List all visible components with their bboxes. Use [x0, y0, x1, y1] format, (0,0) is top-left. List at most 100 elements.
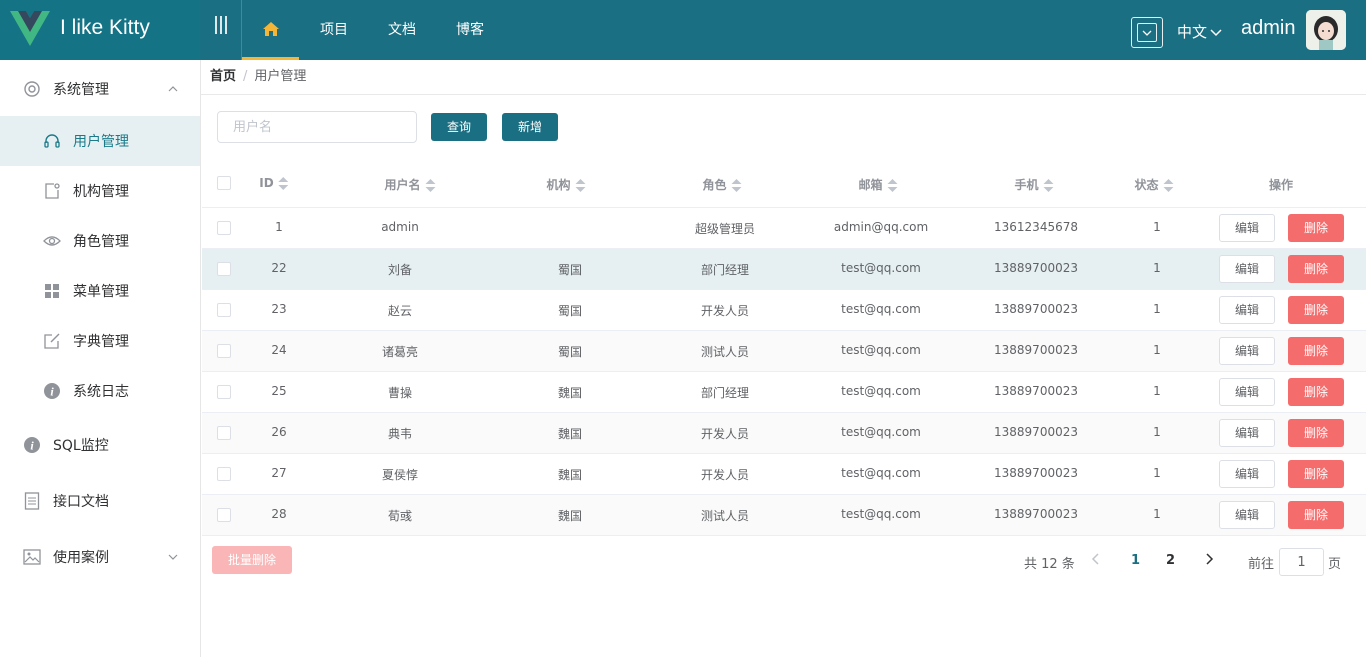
column-header-email[interactable]: 邮箱 — [858, 176, 898, 193]
row-checkbox[interactable] — [217, 385, 231, 399]
table-row[interactable]: 26 典韦 魏国 开发人员 test@qq.com 13889700023 1 … — [202, 413, 1366, 454]
sidebar-item-orgs[interactable]: 机构管理 — [0, 166, 200, 216]
cell-org: 蜀国 — [557, 345, 583, 359]
cell-status: 1 — [1153, 261, 1161, 275]
table-row[interactable]: 23 赵云 蜀国 开发人员 test@qq.com 13889700023 1 … — [202, 290, 1366, 331]
cell-org: 魏国 — [557, 509, 583, 523]
row-checkbox[interactable] — [217, 426, 231, 440]
cell-email: test@qq.com — [841, 425, 921, 439]
column-header-phone[interactable]: 手机 — [1014, 176, 1054, 193]
cell-phone: 13612345678 — [994, 220, 1078, 234]
sort-icon[interactable] — [887, 178, 898, 193]
info-icon: i — [23, 436, 41, 454]
delete-button[interactable]: 删除 — [1288, 501, 1344, 529]
delete-button[interactable]: 删除 — [1288, 255, 1344, 283]
language-selector[interactable]: 中文 — [1177, 21, 1222, 42]
edit-button[interactable]: 编辑 — [1219, 460, 1275, 488]
column-header-status[interactable]: 状态 — [1134, 176, 1174, 193]
sidebar-item-roles[interactable]: 角色管理 — [0, 216, 200, 266]
home-icon — [262, 22, 279, 36]
table-row[interactable]: 27 夏侯惇 魏国 开发人员 test@qq.com 13889700023 1… — [202, 454, 1366, 495]
theme-picker-button[interactable] — [1131, 17, 1163, 48]
row-checkbox[interactable] — [217, 508, 231, 522]
row-checkbox[interactable] — [217, 303, 231, 317]
table-row[interactable]: 25 曹操 魏国 部门经理 test@qq.com 13889700023 1 … — [202, 372, 1366, 413]
page-number-1[interactable]: 1 — [1131, 553, 1140, 568]
user-name[interactable]: admin — [1241, 17, 1295, 40]
vue-logo-icon — [10, 11, 50, 46]
edit-button[interactable]: 编辑 — [1219, 255, 1275, 283]
table-header: ID 用户名 机构 角色 邮箱 手机 状态 操作 — [202, 162, 1366, 208]
row-checkbox[interactable] — [217, 344, 231, 358]
edit-button[interactable]: 编辑 — [1219, 337, 1275, 365]
sort-icon[interactable] — [731, 178, 742, 193]
query-button[interactable]: 查询 — [431, 113, 487, 141]
goto-page-input[interactable] — [1279, 548, 1324, 576]
breadcrumb-home[interactable]: 首页 — [210, 69, 236, 84]
sidebar-item-dict[interactable]: 字典管理 — [0, 316, 200, 366]
sort-icon[interactable] — [1043, 178, 1054, 193]
cell-username: 刘备 — [387, 263, 413, 277]
row-checkbox[interactable] — [217, 221, 231, 235]
batch-delete-button[interactable]: 批量删除 — [212, 546, 292, 574]
cell-role: 超级管理员 — [694, 222, 756, 236]
chevron-down-icon — [1210, 28, 1222, 36]
edit-button[interactable]: 编辑 — [1219, 296, 1275, 324]
delete-button[interactable]: 删除 — [1288, 214, 1344, 242]
table-row[interactable]: 1 admin 超级管理员 admin@qq.com 13612345678 1… — [202, 208, 1366, 249]
sidebar-item-label: 用户管理 — [73, 134, 129, 150]
edit-button[interactable]: 编辑 — [1219, 419, 1275, 447]
column-header-username[interactable]: 用户名 — [384, 176, 436, 193]
table-row[interactable]: 22 刘备 蜀国 部门经理 test@qq.com 13889700023 1 … — [202, 249, 1366, 290]
sort-icon[interactable] — [1163, 178, 1174, 193]
nav-blog[interactable]: 博客 — [455, 0, 485, 60]
sort-icon[interactable] — [278, 176, 289, 191]
delete-button[interactable]: 删除 — [1288, 337, 1344, 365]
delete-button[interactable]: 删除 — [1288, 378, 1344, 406]
sidebar-item-logs[interactable]: i 系统日志 — [0, 366, 200, 416]
column-header-org[interactable]: 机构 — [546, 176, 586, 193]
sidebar-item-api-docs[interactable]: 接口文档 — [0, 476, 200, 526]
next-page-icon[interactable] — [1203, 552, 1215, 570]
cell-status: 1 — [1153, 384, 1161, 398]
sort-icon[interactable] — [425, 178, 436, 193]
edit-button[interactable]: 编辑 — [1219, 378, 1275, 406]
select-all-checkbox[interactable] — [217, 176, 231, 190]
column-header-role[interactable]: 角色 — [702, 176, 742, 193]
add-button[interactable]: 新增 — [502, 113, 558, 141]
sort-icon[interactable] — [575, 178, 586, 193]
row-checkbox[interactable] — [217, 262, 231, 276]
nav-projects[interactable]: 项目 — [319, 0, 349, 60]
sidebar-item-users[interactable]: 用户管理 — [0, 116, 200, 166]
sidebar-collapse-button[interactable] — [200, 0, 242, 60]
table-row[interactable]: 28 荀彧 魏国 测试人员 test@qq.com 13889700023 1 … — [202, 495, 1366, 536]
breadcrumb-separator: / — [243, 69, 248, 84]
sidebar-item-examples[interactable]: 使用案例 — [0, 532, 200, 582]
prev-page-icon[interactable] — [1090, 552, 1102, 570]
row-checkbox[interactable] — [217, 467, 231, 481]
sidebar-item-sql[interactable]: i SQL监控 — [0, 420, 200, 470]
chevron-down-icon — [168, 554, 178, 560]
cell-email: admin@qq.com — [833, 220, 929, 234]
table-row[interactable]: 24 诸葛亮 蜀国 测试人员 test@qq.com 13889700023 1… — [202, 331, 1366, 372]
column-header-actions: 操作 — [1268, 178, 1294, 192]
cell-username: 夏侯惇 — [381, 468, 419, 482]
cell-phone: 13889700023 — [994, 425, 1078, 439]
sidebar-item-label: 机构管理 — [73, 184, 129, 200]
edit-button[interactable]: 编辑 — [1219, 501, 1275, 529]
avatar[interactable] — [1306, 10, 1346, 50]
page-number-2[interactable]: 2 — [1166, 553, 1175, 568]
column-header-id[interactable]: ID — [259, 176, 289, 191]
delete-button[interactable]: 删除 — [1288, 296, 1344, 324]
sidebar-item-menus[interactable]: 菜单管理 — [0, 266, 200, 316]
sidebar-item-label: 字典管理 — [73, 334, 129, 350]
username-search-input[interactable] — [217, 111, 417, 143]
delete-button[interactable]: 删除 — [1288, 460, 1344, 488]
delete-button[interactable]: 删除 — [1288, 419, 1344, 447]
cell-phone: 13889700023 — [994, 384, 1078, 398]
cell-role: 部门经理 — [700, 263, 750, 277]
edit-button[interactable]: 编辑 — [1219, 214, 1275, 242]
nav-docs[interactable]: 文档 — [387, 0, 417, 60]
sidebar-item-system[interactable]: 系统管理 — [0, 64, 200, 114]
nav-home[interactable] — [242, 0, 299, 60]
